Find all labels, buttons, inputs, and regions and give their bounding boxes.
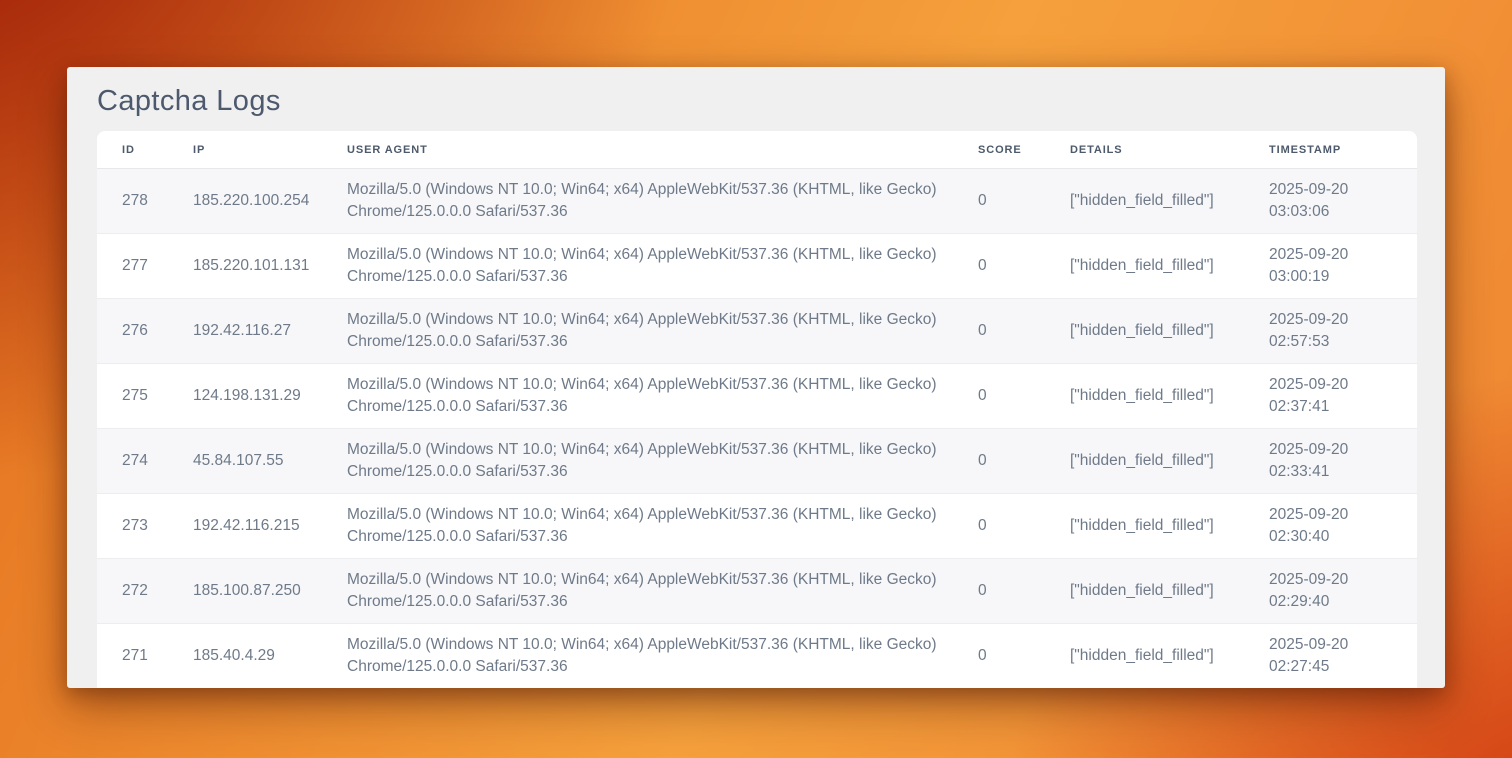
cell-timestamp: 2025-09-20 02:29:40 (1269, 559, 1417, 624)
log-row-278: 278185.220.100.254Mozilla/5.0 (Windows N… (97, 169, 1417, 234)
column-header-score: SCORE (978, 131, 1070, 169)
column-header-id: ID (97, 131, 193, 169)
cell-ip: 185.40.4.29 (193, 624, 347, 689)
cell-ip: 45.84.107.55 (193, 429, 347, 494)
table-header: IDIPUSER AGENTSCOREDETAILSTIMESTAMP (97, 131, 1417, 169)
cell-user_agent: Mozilla/5.0 (Windows NT 10.0; Win64; x64… (347, 429, 978, 494)
cell-id: 277 (97, 234, 193, 299)
cell-details: ["hidden_field_filled"] (1070, 364, 1269, 429)
page-title: Captcha Logs (97, 84, 1445, 119)
desktop-background: { "page_title": "Captcha Logs", "colors"… (0, 0, 1512, 758)
column-header-timestamp: TIMESTAMP (1269, 131, 1417, 169)
column-header-details: DETAILS (1070, 131, 1269, 169)
cell-details: ["hidden_field_filled"] (1070, 429, 1269, 494)
cell-score: 0 (978, 429, 1070, 494)
cell-score: 0 (978, 169, 1070, 234)
cell-id: 275 (97, 364, 193, 429)
cell-ip: 185.220.100.254 (193, 169, 347, 234)
cell-user_agent: Mozilla/5.0 (Windows NT 10.0; Win64; x64… (347, 559, 978, 624)
cell-id: 276 (97, 299, 193, 364)
cell-score: 0 (978, 559, 1070, 624)
logs-table-card: IDIPUSER AGENTSCOREDETAILSTIMESTAMP 2781… (97, 131, 1417, 688)
cell-timestamp: 2025-09-20 02:30:40 (1269, 494, 1417, 559)
cell-score: 0 (978, 624, 1070, 689)
cell-details: ["hidden_field_filled"] (1070, 559, 1269, 624)
cell-ip: 192.42.116.27 (193, 299, 347, 364)
log-row-277: 277185.220.101.131Mozilla/5.0 (Windows N… (97, 234, 1417, 299)
cell-timestamp: 2025-09-20 03:03:06 (1269, 169, 1417, 234)
column-header-user_agent: USER AGENT (347, 131, 978, 169)
cell-user_agent: Mozilla/5.0 (Windows NT 10.0; Win64; x64… (347, 299, 978, 364)
cell-timestamp: 2025-09-20 02:27:45 (1269, 624, 1417, 689)
log-row-273: 273192.42.116.215Mozilla/5.0 (Windows NT… (97, 494, 1417, 559)
table-body: 278185.220.100.254Mozilla/5.0 (Windows N… (97, 169, 1417, 689)
cell-id: 271 (97, 624, 193, 689)
cell-details: ["hidden_field_filled"] (1070, 494, 1269, 559)
log-row-271: 271185.40.4.29Mozilla/5.0 (Windows NT 10… (97, 624, 1417, 689)
captcha-logs-panel: Captcha Logs IDIPUSER AGENTSCOREDETAILST… (67, 67, 1445, 688)
cell-details: ["hidden_field_filled"] (1070, 624, 1269, 689)
cell-id: 273 (97, 494, 193, 559)
log-row-274: 27445.84.107.55Mozilla/5.0 (Windows NT 1… (97, 429, 1417, 494)
cell-score: 0 (978, 364, 1070, 429)
cell-score: 0 (978, 234, 1070, 299)
cell-details: ["hidden_field_filled"] (1070, 299, 1269, 364)
column-header-ip: IP (193, 131, 347, 169)
cell-id: 272 (97, 559, 193, 624)
log-row-275: 275124.198.131.29Mozilla/5.0 (Windows NT… (97, 364, 1417, 429)
cell-user_agent: Mozilla/5.0 (Windows NT 10.0; Win64; x64… (347, 494, 978, 559)
cell-ip: 185.220.101.131 (193, 234, 347, 299)
cell-user_agent: Mozilla/5.0 (Windows NT 10.0; Win64; x64… (347, 169, 978, 234)
log-row-276: 276192.42.116.27Mozilla/5.0 (Windows NT … (97, 299, 1417, 364)
captcha-logs-table: IDIPUSER AGENTSCOREDETAILSTIMESTAMP 2781… (97, 131, 1417, 688)
cell-ip: 124.198.131.29 (193, 364, 347, 429)
cell-details: ["hidden_field_filled"] (1070, 234, 1269, 299)
cell-user_agent: Mozilla/5.0 (Windows NT 10.0; Win64; x64… (347, 364, 978, 429)
cell-score: 0 (978, 494, 1070, 559)
cell-user_agent: Mozilla/5.0 (Windows NT 10.0; Win64; x64… (347, 624, 978, 689)
cell-timestamp: 2025-09-20 02:57:53 (1269, 299, 1417, 364)
cell-ip: 185.100.87.250 (193, 559, 347, 624)
cell-id: 278 (97, 169, 193, 234)
cell-id: 274 (97, 429, 193, 494)
cell-details: ["hidden_field_filled"] (1070, 169, 1269, 234)
cell-timestamp: 2025-09-20 02:33:41 (1269, 429, 1417, 494)
cell-score: 0 (978, 299, 1070, 364)
cell-ip: 192.42.116.215 (193, 494, 347, 559)
log-row-272: 272185.100.87.250Mozilla/5.0 (Windows NT… (97, 559, 1417, 624)
table-header-row: IDIPUSER AGENTSCOREDETAILSTIMESTAMP (97, 131, 1417, 169)
cell-user_agent: Mozilla/5.0 (Windows NT 10.0; Win64; x64… (347, 234, 978, 299)
cell-timestamp: 2025-09-20 03:00:19 (1269, 234, 1417, 299)
cell-timestamp: 2025-09-20 02:37:41 (1269, 364, 1417, 429)
